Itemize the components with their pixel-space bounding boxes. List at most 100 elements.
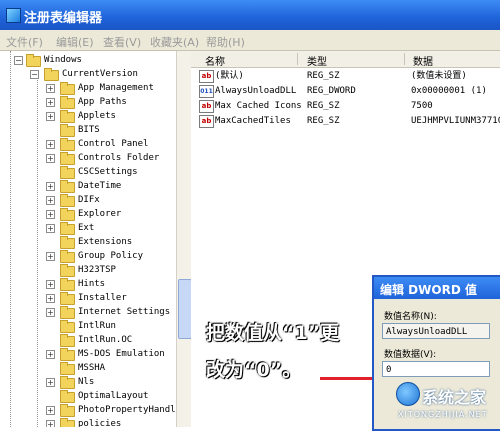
folder-icon bbox=[60, 166, 75, 179]
expand-icon[interactable]: + bbox=[46, 420, 55, 427]
expand-icon[interactable]: + bbox=[46, 196, 55, 205]
folder-icon bbox=[60, 250, 75, 263]
folder-open-icon bbox=[44, 68, 59, 81]
tree-node-label: H323TSP bbox=[78, 265, 116, 275]
expand-icon[interactable]: + bbox=[46, 406, 55, 415]
tree-scrollbar[interactable] bbox=[176, 51, 192, 427]
expand-icon[interactable]: + bbox=[46, 308, 55, 317]
watermark-text: 系统之家 bbox=[422, 388, 487, 407]
expand-icon[interactable]: + bbox=[46, 210, 55, 219]
registry-key-tree[interactable]: − Windows − CurrentVersion + App Manageme… bbox=[0, 51, 177, 427]
tree-node-label: Control Panel bbox=[78, 139, 149, 149]
folder-icon bbox=[60, 236, 75, 249]
folder-icon bbox=[60, 292, 75, 305]
value-row[interactable]: ab MaxCachedTiles REG_SZ UEJHMPVLIUNM377… bbox=[191, 114, 500, 128]
folder-icon bbox=[60, 152, 75, 165]
tree-node-label: Internet Settings bbox=[78, 307, 171, 317]
tree-node-label: Hints bbox=[78, 279, 106, 289]
collapse-icon[interactable]: − bbox=[14, 56, 23, 65]
folder-icon bbox=[60, 348, 75, 361]
value-row[interactable]: 011 AlwaysUnloadDLL REG_DWORD 0x00000001… bbox=[191, 84, 500, 98]
tree-node-label: Installer bbox=[78, 293, 127, 303]
expand-icon[interactable]: + bbox=[46, 378, 55, 387]
expand-icon[interactable]: + bbox=[46, 294, 55, 303]
menu-edit[interactable]: 编辑(E) bbox=[56, 34, 94, 50]
tree-node-label: Applets bbox=[78, 111, 116, 121]
window-title-bar[interactable]: 注册表编辑器 bbox=[0, 0, 500, 30]
expand-icon[interactable]: + bbox=[46, 182, 55, 191]
folder-icon bbox=[60, 418, 75, 427]
tree-node-label: IntlRun bbox=[78, 321, 116, 331]
expand-icon[interactable]: + bbox=[46, 112, 55, 121]
folder-icon bbox=[60, 306, 75, 319]
list-header: 名称 类型 数据 bbox=[191, 51, 500, 68]
value-name-label: 数值名称(N): bbox=[384, 312, 437, 322]
expand-icon[interactable]: + bbox=[46, 98, 55, 107]
menu-view[interactable]: 查看(V) bbox=[103, 34, 141, 50]
menu-file[interactable]: 文件(F) bbox=[6, 34, 43, 50]
watermark-url: XITONGZHIJIA.NET bbox=[398, 410, 488, 419]
tree-node-label: Group Policy bbox=[78, 251, 144, 261]
folder-icon bbox=[60, 264, 75, 277]
tree-node-label: Nls bbox=[78, 377, 95, 387]
expand-icon[interactable]: + bbox=[46, 252, 55, 261]
folder-icon bbox=[60, 96, 75, 109]
menu-help[interactable]: 帮助(H) bbox=[206, 34, 245, 50]
annotation-line-1: 把数值从“1”更 bbox=[206, 322, 340, 344]
annotation-line-2: 改为“0”。 bbox=[206, 359, 302, 381]
folder-icon bbox=[60, 194, 75, 207]
expand-icon[interactable]: + bbox=[46, 280, 55, 289]
column-type-header[interactable]: 类型 bbox=[307, 53, 327, 68]
folder-icon bbox=[60, 82, 75, 95]
expand-icon[interactable]: + bbox=[46, 154, 55, 163]
menu-favorites[interactable]: 收藏夹(A) bbox=[150, 34, 199, 50]
site-logo-icon bbox=[396, 382, 420, 406]
folder-icon bbox=[60, 208, 75, 221]
tree-scroll-thumb[interactable] bbox=[178, 279, 192, 339]
tree-node-label: BITS bbox=[78, 125, 100, 135]
tree-node-label: App Paths bbox=[78, 97, 127, 107]
tree-node-label: MS-DOS Emulation bbox=[78, 349, 165, 359]
collapse-icon[interactable]: − bbox=[30, 70, 39, 79]
column-data-header[interactable]: 数据 bbox=[413, 53, 433, 68]
column-name-header[interactable]: 名称 bbox=[205, 53, 225, 68]
watermark: 系统之家 XITONGZHIJIA.NET bbox=[396, 378, 498, 426]
value-name-field[interactable]: AlwaysUnloadDLL bbox=[382, 323, 490, 339]
value-data-input[interactable]: 0 bbox=[382, 361, 490, 377]
folder-icon bbox=[60, 110, 75, 123]
folder-icon bbox=[60, 138, 75, 151]
binary-value-icon: 011 bbox=[199, 85, 214, 98]
tree-node-label: policies bbox=[78, 419, 122, 427]
expand-icon[interactable]: + bbox=[46, 140, 55, 149]
folder-open-icon bbox=[26, 54, 41, 67]
folder-icon bbox=[60, 222, 75, 235]
menu-bar: 文件(F) 编辑(E) 查看(V) 收藏夹(A) 帮助(H) bbox=[0, 30, 500, 51]
folder-icon bbox=[60, 362, 75, 375]
tree-node-label: MSSHA bbox=[78, 363, 106, 373]
dialog-title-bar[interactable]: 编辑 DWORD 值 bbox=[374, 277, 500, 299]
tree-node-label: Controls Folder bbox=[78, 153, 160, 163]
string-value-icon: ab bbox=[199, 100, 214, 113]
folder-icon bbox=[60, 334, 75, 347]
tree-node-label: Extensions bbox=[78, 237, 133, 247]
annotation-arrow-line bbox=[320, 377, 376, 380]
expand-icon[interactable]: + bbox=[46, 350, 55, 359]
tree-node-label: App Management bbox=[78, 83, 154, 93]
window-title: 注册表编辑器 bbox=[24, 11, 103, 26]
string-value-icon: ab bbox=[199, 70, 214, 83]
folder-icon bbox=[60, 180, 75, 193]
dialog-title: 编辑 DWORD 值 bbox=[380, 283, 477, 297]
folder-icon bbox=[60, 404, 75, 417]
tree-node-label: IntlRun.OC bbox=[78, 335, 133, 345]
expand-icon[interactable]: + bbox=[46, 224, 55, 233]
value-row[interactable]: ab (默认) REG_SZ (数值未设置) bbox=[191, 69, 500, 83]
tree-node-label: Ext bbox=[78, 223, 95, 233]
string-value-icon: ab bbox=[199, 115, 214, 128]
value-row[interactable]: ab Max Cached Icons REG_SZ 7500 bbox=[191, 99, 500, 113]
expand-icon[interactable]: + bbox=[46, 84, 55, 93]
tree-node-label: Explorer bbox=[78, 209, 122, 219]
tree-node-label: DIFx bbox=[78, 195, 100, 205]
folder-icon bbox=[60, 390, 75, 403]
folder-icon bbox=[60, 278, 75, 291]
value-data-label: 数值数据(V): bbox=[384, 350, 437, 360]
